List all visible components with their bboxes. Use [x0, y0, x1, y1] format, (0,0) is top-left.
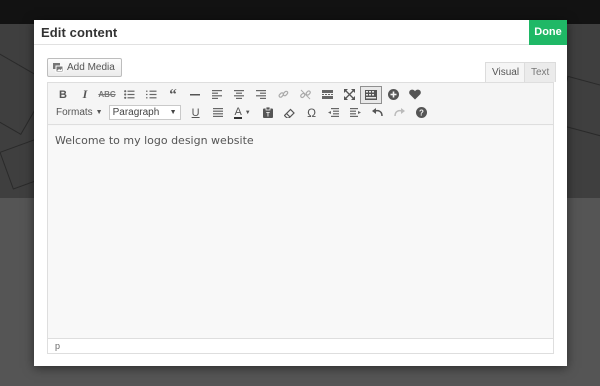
heart-icon[interactable]	[404, 86, 426, 104]
indent-icon[interactable]	[345, 104, 367, 122]
wp-editor: Add Media Visual Text B I ABC “ Formats …	[47, 57, 557, 354]
unlink-icon[interactable]	[294, 86, 316, 104]
special-character-icon[interactable]: Ω	[301, 104, 323, 122]
paste-text-icon[interactable]: T	[257, 104, 279, 122]
add-media-button[interactable]: Add Media	[47, 58, 122, 77]
bold-icon[interactable]: B	[52, 86, 74, 104]
formats-label: Formats	[56, 107, 93, 118]
add-media-icon	[53, 62, 64, 73]
edit-content-modal: Edit content Done Add Media Visual Text …	[34, 20, 567, 366]
toolbar-row-1: B I ABC “	[52, 85, 426, 104]
editor-toolbar: B I ABC “ Formats ▼ Paragraph ▼ U A ▼ T …	[48, 83, 553, 125]
bullet-list-icon[interactable]	[118, 86, 140, 104]
tab-text[interactable]: Text	[524, 62, 557, 82]
element-path[interactable]: p	[55, 341, 60, 351]
tab-visual[interactable]: Visual	[485, 62, 527, 82]
outdent-icon[interactable]	[323, 104, 345, 122]
modal-header: Edit content Done	[34, 20, 567, 45]
numbered-list-icon[interactable]	[140, 86, 162, 104]
editor-content-area[interactable]: Welcome to my logo design website	[48, 126, 553, 338]
fullscreen-icon[interactable]	[338, 86, 360, 104]
undo-icon[interactable]	[367, 104, 389, 122]
strikethrough-icon[interactable]: ABC	[96, 86, 118, 104]
chevron-down-icon: ▼	[95, 109, 103, 116]
horizontal-rule-icon[interactable]	[184, 86, 206, 104]
underline-icon[interactable]: U	[185, 104, 207, 122]
justify-icon[interactable]	[207, 104, 229, 122]
italic-icon[interactable]: I	[74, 86, 96, 104]
editor-box: B I ABC “ Formats ▼ Paragraph ▼ U A ▼ T …	[47, 82, 554, 354]
content-paragraph: Welcome to my logo design website	[55, 134, 254, 147]
add-icon[interactable]	[382, 86, 404, 104]
add-media-label: Add Media	[67, 62, 115, 73]
svg-text:?: ?	[419, 108, 424, 117]
link-icon[interactable]	[272, 86, 294, 104]
paragraph-select-value: Paragraph	[112, 107, 160, 118]
modal-title: Edit content	[41, 25, 118, 40]
align-center-icon[interactable]	[228, 86, 250, 104]
editor-status-bar: p	[48, 338, 553, 353]
clear-formatting-icon[interactable]	[279, 104, 301, 122]
svg-text:T: T	[266, 113, 270, 119]
blockquote-icon[interactable]: “	[162, 86, 184, 104]
align-right-icon[interactable]	[250, 86, 272, 104]
chevron-down-icon: ▼	[169, 109, 177, 116]
toolbar-row-2: Formats ▼ Paragraph ▼ U A ▼ T Ω ?	[52, 103, 433, 122]
text-color-icon[interactable]: A ▼	[229, 104, 257, 122]
help-icon[interactable]: ?	[411, 104, 433, 122]
paragraph-select[interactable]: Paragraph ▼	[108, 105, 181, 120]
formats-dropdown[interactable]: Formats ▼	[52, 104, 107, 122]
toolbar-toggle-icon[interactable]	[360, 85, 382, 104]
read-more-icon[interactable]	[316, 86, 338, 104]
done-button[interactable]: Done	[529, 20, 567, 45]
redo-icon[interactable]	[389, 104, 411, 122]
align-left-icon[interactable]	[206, 86, 228, 104]
